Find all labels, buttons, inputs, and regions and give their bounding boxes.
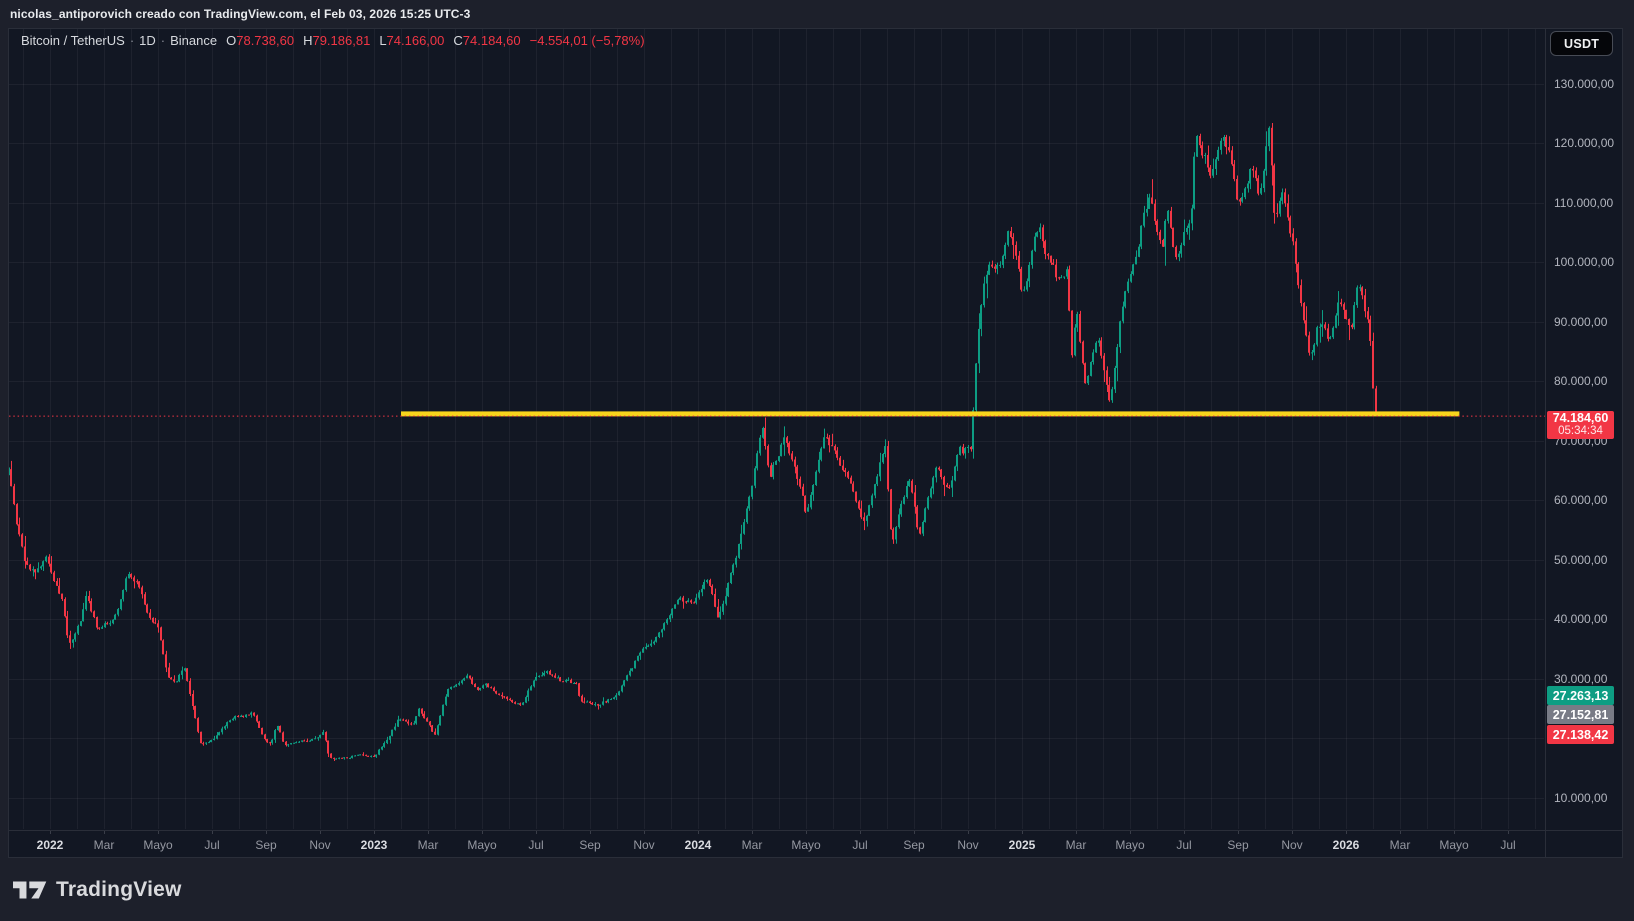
legend-separator: · <box>156 33 170 48</box>
indicator-value-badge: 27.152,81 <box>1547 705 1614 724</box>
y-axis-label: 100.000,00 <box>1554 255 1614 269</box>
legend-low: L74.166,00 <box>379 33 444 48</box>
y-axis-label: 30.000,00 <box>1554 672 1607 686</box>
y-axis-label: 120.000,00 <box>1554 136 1614 150</box>
x-axis-label: 2024 <box>685 838 712 852</box>
x-axis-label: Sep <box>903 838 924 852</box>
currency-toggle-button[interactable]: USDT <box>1550 31 1613 56</box>
legend-close: C74.184,60 <box>453 33 520 48</box>
legend-exchange: Binance <box>170 33 217 48</box>
x-axis-label: Mayo <box>1439 838 1468 852</box>
y-axis-label: 60.000,00 <box>1554 493 1607 507</box>
legend-separator: · <box>125 33 139 48</box>
x-axis-label: Sep <box>255 838 276 852</box>
x-axis-label: Mayo <box>791 838 820 852</box>
x-axis-label: Jul <box>1500 838 1515 852</box>
x-axis-label: 2022 <box>37 838 64 852</box>
x-axis-label: Nov <box>957 838 978 852</box>
x-axis-label: Jul <box>204 838 219 852</box>
x-axis-label: Mar <box>1390 838 1411 852</box>
x-axis-label: Sep <box>579 838 600 852</box>
tradingview-snapshot-page: nicolas_antiporovich creado con TradingV… <box>0 0 1634 921</box>
x-axis-label: Mayo <box>143 838 172 852</box>
symbol-legend: Bitcoin / TetherUS·1D·BinanceO78.738,60H… <box>21 33 645 48</box>
x-axis-label: Jul <box>1176 838 1191 852</box>
current-price-value: 74.184,60 <box>1553 412 1609 425</box>
x-axis-label: Nov <box>1281 838 1302 852</box>
y-axis-label: 10.000,00 <box>1554 791 1607 805</box>
x-axis-label: Nov <box>633 838 654 852</box>
x-axis-label: Mar <box>94 838 115 852</box>
x-axis-label: Mayo <box>1115 838 1144 852</box>
y-axis-label: 90.000,00 <box>1554 315 1607 329</box>
legend-open: O78.738,60 <box>226 33 294 48</box>
x-axis-label: Nov <box>309 838 330 852</box>
x-axis-label: Mayo <box>467 838 496 852</box>
legend-symbol: Bitcoin / TetherUS <box>21 33 125 48</box>
indicator-value-badge: 27.263,13 <box>1547 686 1614 705</box>
x-axis-label: Jul <box>852 838 867 852</box>
x-axis-label: 2025 <box>1009 838 1036 852</box>
bar-countdown: 05:34:34 <box>1558 425 1603 438</box>
y-axis-label: 50.000,00 <box>1554 553 1607 567</box>
x-axis-label: 2023 <box>361 838 388 852</box>
y-axis-label: 110.000,00 <box>1554 196 1613 210</box>
x-axis-label: 2026 <box>1333 838 1360 852</box>
y-axis-label: 40.000,00 <box>1554 612 1607 626</box>
price-chart-canvas[interactable] <box>0 0 1634 921</box>
indicator-value-badge: 27.138,42 <box>1547 725 1614 744</box>
legend-interval: 1D <box>139 33 156 48</box>
current-price-badge: 74.184,60 05:34:34 <box>1547 411 1614 439</box>
legend-change: −4.554,01 (−5,78%) <box>530 33 645 48</box>
y-axis-label: 130.000,00 <box>1554 77 1614 91</box>
x-axis-label: Jul <box>528 838 543 852</box>
legend-high: H79.186,81 <box>303 33 370 48</box>
x-axis-label: Mar <box>742 838 763 852</box>
x-axis-label: Sep <box>1227 838 1248 852</box>
y-axis-label: 80.000,00 <box>1554 374 1607 388</box>
x-axis-label: Mar <box>1066 838 1087 852</box>
x-axis-label: Mar <box>418 838 439 852</box>
